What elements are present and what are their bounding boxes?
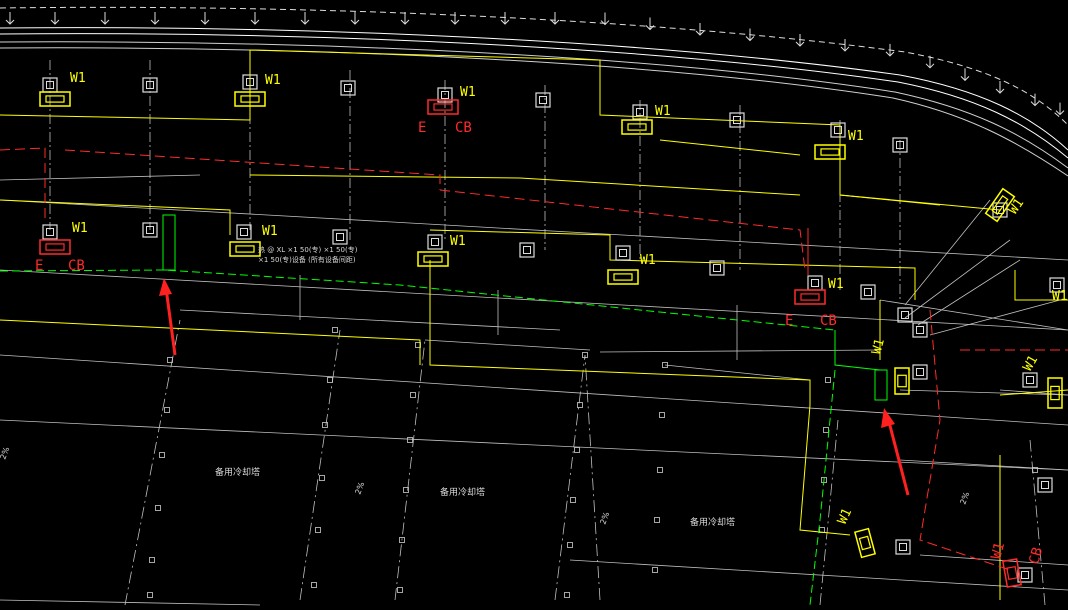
note-line-2: ×1 50(专)设备 (所有设备间距) <box>258 255 356 264</box>
w1-label: W1 <box>450 234 466 249</box>
room-label: 备用冷却塔 <box>440 486 485 498</box>
w1-label: W1 <box>72 221 88 236</box>
cb-label: CB <box>455 120 472 136</box>
cb-label: CB <box>820 313 837 329</box>
room-label: 备用冷却塔 <box>690 516 735 528</box>
w1-label: W1 <box>640 253 656 268</box>
room-label: 备用冷却塔 <box>215 466 260 478</box>
w1-label: W1 <box>828 277 844 292</box>
e-label: E <box>418 120 426 136</box>
w1-label: W1 <box>848 129 864 144</box>
cb-label: CB <box>68 258 85 274</box>
w1-label: W1 <box>265 73 281 88</box>
w1-label: W1 <box>655 104 671 119</box>
w1-label: W1 <box>70 71 86 86</box>
w1-label: W1 <box>460 85 476 100</box>
cad-drawing-canvas[interactable]: W1 W1W1W1W1W1 W1W1W1W1W1W1W1W1W1W1EEECBCBC… <box>0 0 1068 610</box>
w1-label: W1 <box>262 224 278 239</box>
e-label: E <box>785 313 793 329</box>
note-line-1: 热 @ XL ×1 50(专) ×1 50(专) <box>258 245 358 254</box>
drawing-background <box>0 0 1068 610</box>
w1-label: W1 <box>1052 289 1068 304</box>
e-label: E <box>35 258 43 274</box>
